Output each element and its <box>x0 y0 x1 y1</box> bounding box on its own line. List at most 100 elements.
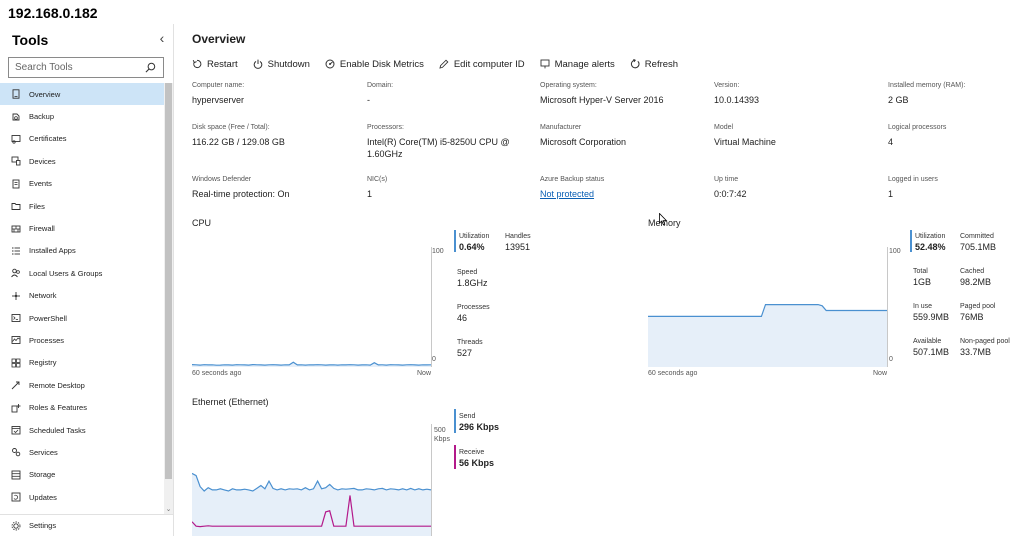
sidebar-item-settings[interactable]: Settings <box>0 514 174 536</box>
restart-button[interactable]: Restart <box>192 57 238 71</box>
ethernet-chart-title: Ethernet (Ethernet) <box>192 397 269 407</box>
property-value: Real-time protection: On <box>192 189 290 199</box>
settings-label: Settings <box>29 521 57 530</box>
sidebar-item-powershell[interactable]: PowerShell <box>0 307 164 329</box>
shutdown-button[interactable]: Shutdown <box>253 57 310 71</box>
memory-nonpaged-value: 33.7MB <box>960 347 992 357</box>
property-value: 1 <box>367 189 373 199</box>
memory-nonpaged-label: Non-paged pool <box>960 338 1010 345</box>
sidebar-item-label: Overview <box>29 89 61 99</box>
collapse-sidebar-button[interactable]: ‹ <box>155 30 169 46</box>
disk-metrics-label: Enable Disk Metrics <box>339 58 424 70</box>
property-value: hypervserver <box>192 95 245 105</box>
search-icon[interactable] <box>141 59 159 77</box>
cpu-threads-label: Threads <box>457 339 483 346</box>
sidebar-item-services[interactable]: Services <box>0 441 164 463</box>
sidebar-item-certificates[interactable]: Certificates <box>0 128 164 150</box>
sidebar-item-roles-and-features[interactable]: Roles & Features <box>0 396 164 418</box>
cpu-threads-value: 527 <box>457 348 473 358</box>
sidebar-item-label: Remote Desktop <box>29 380 85 390</box>
sidebar-item-label: Storage <box>29 470 56 480</box>
ethernet-send-stat: Send 296 Kbps <box>459 413 499 432</box>
sidebar-item-processes[interactable]: Processes <box>0 329 164 351</box>
property-label: Windows Defender <box>192 176 252 183</box>
property-value: - <box>367 95 370 105</box>
manage-alerts-button[interactable]: Manage alerts <box>540 57 615 71</box>
sidebar-item-updates[interactable]: Updates <box>0 486 164 508</box>
search-tools-input[interactable] <box>9 62 141 73</box>
cpu-utilization-stat: Utilization 0.64% <box>459 233 489 252</box>
memory-utilization-label: Utilization <box>915 233 946 240</box>
sidebar-item-files[interactable]: Files <box>0 195 164 217</box>
property-value: Intel(R) Core(TM) i5-8250U CPU @ 1.60GHz <box>367 137 510 159</box>
sidebar-item-devices[interactable]: Devices <box>0 150 164 172</box>
property-up-time: Up time 0:0:7:42 <box>714 176 884 200</box>
registry-icon <box>11 358 21 368</box>
sidebar-item-remote-desktop[interactable]: Remote Desktop <box>0 374 164 396</box>
property-value: 1 <box>888 189 894 199</box>
cpu-threads-stat: Threads 527 <box>457 339 483 358</box>
property-azure-backup-status: Azure Backup status Not protected <box>540 176 710 200</box>
memory-area <box>648 304 887 367</box>
cpu-speed-value: 1.8GHz <box>457 278 488 288</box>
restart-icon <box>192 59 202 69</box>
refresh-button[interactable]: Refresh <box>630 57 678 71</box>
manage-alerts-label: Manage alerts <box>554 58 615 70</box>
sidebar-item-overview[interactable]: Overview <box>0 83 164 106</box>
enable-disk-metrics-button[interactable]: Enable Disk Metrics <box>325 57 424 71</box>
edit-computer-id-button[interactable]: Edit computer ID <box>439 57 525 71</box>
cpu-processes-stat: Processes 46 <box>457 304 490 323</box>
updates-icon <box>11 492 21 502</box>
sidebar-item-storage[interactable]: Storage <box>0 464 164 486</box>
sidebar-item-installed-apps[interactable]: Installed Apps <box>0 240 164 262</box>
property-value: 4 <box>888 137 894 147</box>
memory-cached-label: Cached <box>960 268 985 275</box>
power-icon <box>253 59 262 69</box>
tools-nav-list: Overview Backup Certificates Devices Events F… <box>0 83 164 508</box>
cpu-speed-stat: Speed 1.8GHz <box>457 269 488 288</box>
events-icon <box>11 179 21 189</box>
sidebar-item-scheduled-tasks[interactable]: Scheduled Tasks <box>0 419 164 441</box>
memory-cached-stat: Cached 98.2MB <box>960 268 991 287</box>
memory-time-start: 60 seconds ago <box>648 370 698 377</box>
sidebar-scrollbar[interactable]: ⌄ <box>164 83 173 515</box>
cpu-utilization-accent <box>454 230 456 252</box>
sidebar-item-label: Roles & Features <box>29 403 87 413</box>
pencil-icon <box>439 59 449 69</box>
sidebar-scrollbar-thumb[interactable] <box>165 83 172 479</box>
sidebar-item-network[interactable]: Network <box>0 285 164 307</box>
property-value: 116.22 GB / 129.08 GB <box>192 137 285 147</box>
sidebar-item-events[interactable]: Events <box>0 173 164 195</box>
ethernet-axis-unit: Kbps <box>434 436 450 443</box>
property-label: Manufacturer <box>540 124 582 131</box>
sidebar-item-registry[interactable]: Registry <box>0 352 164 374</box>
ethernet-receive-label: Receive <box>459 449 485 456</box>
memory-committed-stat: Committed 705.1MB <box>960 233 996 252</box>
property-value: 2 GB <box>888 95 909 105</box>
memory-axis-min: 0 <box>889 356 893 363</box>
memory-total-value: 1GB <box>913 277 932 287</box>
gauge-icon <box>325 59 335 69</box>
memory-total-label: Total <box>913 268 928 275</box>
refresh-label: Refresh <box>644 58 679 70</box>
sidebar-item-backup[interactable]: Backup <box>0 105 164 127</box>
sidebar-item-local-users-and-groups[interactable]: Local Users & Groups <box>0 262 164 284</box>
firewall-icon <box>11 224 21 234</box>
main-content: Overview Restart Shutdown Enable Disk Me… <box>192 24 1022 536</box>
cpu-chart-title: CPU <box>192 218 212 228</box>
ethernet-chart-plot <box>192 424 432 536</box>
sidebar-item-firewall[interactable]: Firewall <box>0 217 164 239</box>
sidebar-item-label: Firewall <box>29 224 55 234</box>
sidebar-item-label: Services <box>29 447 58 457</box>
property-domain: Domain: - <box>367 82 537 106</box>
cpu-utilization-label: Utilization <box>459 233 490 240</box>
cpu-chart-plot <box>192 247 432 367</box>
property-value-link[interactable]: Not protected <box>540 188 710 200</box>
computer-icon <box>11 89 21 99</box>
memory-committed-value: 705.1MB <box>960 242 997 252</box>
memory-available-value: 507.1MB <box>913 347 950 357</box>
memory-time-end: Now <box>873 370 888 377</box>
property-label: Disk space (Free / Total): <box>192 124 270 131</box>
property-manufacturer: Manufacturer Microsoft Corporation <box>540 124 710 148</box>
property-label: Up time <box>714 176 739 183</box>
